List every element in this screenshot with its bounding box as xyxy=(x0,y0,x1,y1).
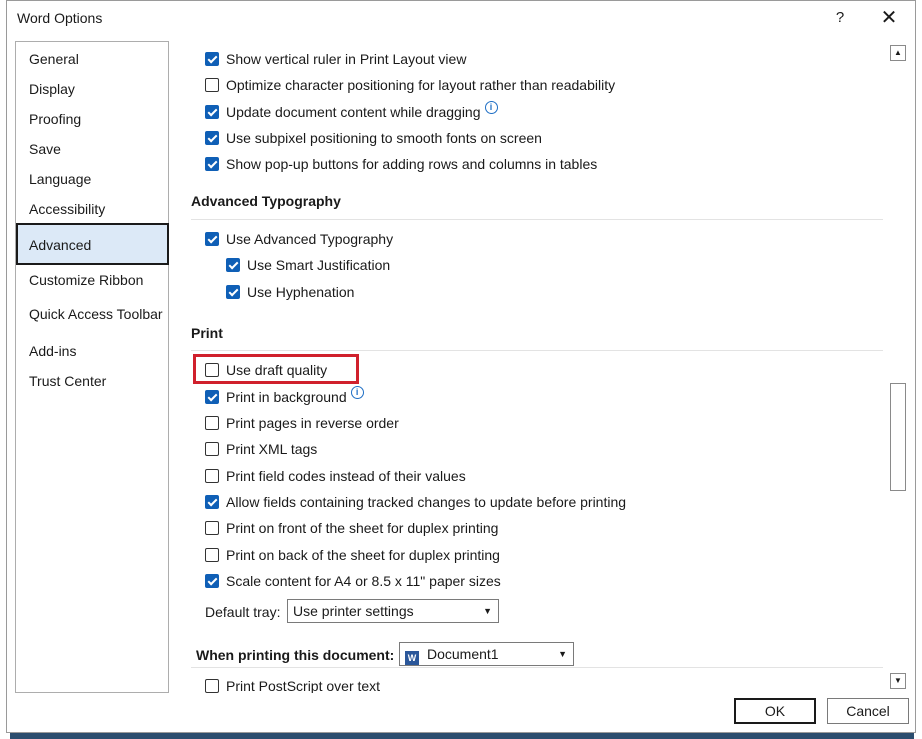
nav-item-trust-center[interactable]: Trust Center xyxy=(16,366,168,396)
document-select[interactable]: W Document1 ▼ xyxy=(399,642,574,666)
nav-item-general[interactable]: General xyxy=(16,44,168,74)
option-update-while-dragging[interactable]: Update document content while dragging i xyxy=(205,100,498,123)
word-document-icon: W xyxy=(405,651,419,665)
option-label: Update document content while dragging xyxy=(226,104,481,120)
option-label: Print XML tags xyxy=(226,441,318,457)
checkbox[interactable] xyxy=(205,416,219,430)
checkbox[interactable] xyxy=(205,574,219,588)
dialog-title: Word Options xyxy=(17,10,103,26)
checkbox[interactable] xyxy=(226,285,240,299)
options-nav: General Display Proofing Save Language A… xyxy=(15,41,169,693)
checkbox[interactable] xyxy=(205,52,219,66)
info-icon[interactable]: i xyxy=(350,385,364,399)
scroll-down-icon[interactable]: ▼ xyxy=(890,673,906,689)
option-label: Use subpixel positioning to smooth fonts… xyxy=(226,130,542,146)
option-print-in-background[interactable]: Print in background i xyxy=(205,385,364,408)
section-heading-advanced-typography: Advanced Typography xyxy=(191,193,341,209)
section-divider xyxy=(191,667,883,668)
chevron-down-icon: ▼ xyxy=(483,606,492,616)
option-label: Show pop-up buttons for adding rows and … xyxy=(226,156,598,172)
option-subpixel-positioning[interactable]: Use subpixel positioning to smooth fonts… xyxy=(205,127,542,149)
checkbox[interactable] xyxy=(226,258,240,272)
option-label: Show vertical ruler in Print Layout view xyxy=(226,51,467,67)
option-label: Use Smart Justification xyxy=(247,257,391,273)
nav-item-proofing[interactable]: Proofing xyxy=(16,104,168,134)
option-show-vertical-ruler[interactable]: Show vertical ruler in Print Layout view xyxy=(205,48,466,70)
option-label: Print on front of the sheet for duplex p… xyxy=(226,520,499,536)
option-print-field-codes[interactable]: Print field codes instead of their value… xyxy=(205,465,466,487)
checkbox[interactable] xyxy=(205,157,219,171)
option-use-advanced-typography[interactable]: Use Advanced Typography xyxy=(205,228,393,250)
nav-item-add-ins[interactable]: Add-ins xyxy=(16,336,168,366)
vertical-scrollbar[interactable]: ▲ ▼ xyxy=(888,41,908,693)
option-label: Print field codes instead of their value… xyxy=(226,468,466,484)
document-name: Document1 xyxy=(427,646,499,662)
checkbox[interactable] xyxy=(205,78,219,92)
nav-item-save[interactable]: Save xyxy=(16,134,168,164)
option-print-front-duplex[interactable]: Print on front of the sheet for duplex p… xyxy=(205,517,498,539)
default-tray-value: Use printer settings xyxy=(293,603,414,619)
checkbox[interactable] xyxy=(205,131,219,145)
info-icon[interactable]: i xyxy=(484,100,498,114)
option-print-xml-tags[interactable]: Print XML tags xyxy=(205,438,317,460)
scrollbar-thumb[interactable] xyxy=(890,383,906,491)
section-heading-print: Print xyxy=(191,325,223,341)
option-print-reverse-order[interactable]: Print pages in reverse order xyxy=(205,412,399,434)
option-use-draft-quality[interactable]: Use draft quality xyxy=(205,359,327,381)
option-label: Use draft quality xyxy=(226,362,328,378)
checkbox[interactable] xyxy=(205,105,219,119)
option-print-postscript-over-text[interactable]: Print PostScript over text xyxy=(205,675,380,693)
section-divider xyxy=(191,350,883,351)
checkbox[interactable] xyxy=(205,232,219,246)
option-scale-content-paper[interactable]: Scale content for A4 or 8.5 x 11" paper … xyxy=(205,570,501,592)
option-label: Use Advanced Typography xyxy=(226,231,394,247)
close-button[interactable]: ✕ xyxy=(871,5,907,31)
checkbox[interactable] xyxy=(205,390,219,404)
option-show-popup-buttons[interactable]: Show pop-up buttons for adding rows and … xyxy=(205,153,597,175)
option-print-back-duplex[interactable]: Print on back of the sheet for duplex pr… xyxy=(205,544,500,566)
nav-item-language[interactable]: Language xyxy=(16,164,168,194)
scroll-up-icon[interactable]: ▲ xyxy=(890,45,906,61)
help-button[interactable]: ? xyxy=(825,5,855,31)
option-optimize-character-positioning[interactable]: Optimize character positioning for layou… xyxy=(205,74,615,96)
checkbox[interactable] xyxy=(205,521,219,535)
option-label: Print PostScript over text xyxy=(226,678,381,693)
option-label: Optimize character positioning for layou… xyxy=(226,77,616,93)
default-tray-select[interactable]: Use printer settings ▼ xyxy=(287,599,499,623)
checkbox[interactable] xyxy=(205,548,219,562)
default-tray-label: Default tray: xyxy=(205,604,281,620)
nav-item-quick-access-toolbar[interactable]: Quick Access Toolbar xyxy=(16,299,168,329)
checkbox[interactable] xyxy=(205,469,219,483)
nav-item-accessibility[interactable]: Accessibility xyxy=(16,194,168,224)
option-allow-tracked-fields-update[interactable]: Allow fields containing tracked changes … xyxy=(205,491,626,513)
nav-item-advanced[interactable]: Advanced xyxy=(16,223,169,265)
section-divider xyxy=(191,219,883,220)
checkbox[interactable] xyxy=(205,495,219,509)
option-use-smart-justification[interactable]: Use Smart Justification xyxy=(226,254,390,276)
checkbox[interactable] xyxy=(205,363,219,377)
option-label: Print on back of the sheet for duplex pr… xyxy=(226,547,500,563)
advanced-options-panel: Show vertical ruler in Print Layout view… xyxy=(175,41,891,693)
ok-button[interactable]: OK xyxy=(734,698,816,724)
word-options-dialog: Word Options ? ✕ General Display Proofin… xyxy=(6,0,916,733)
nav-item-display[interactable]: Display xyxy=(16,74,168,104)
section-heading-when-printing: When printing this document: xyxy=(196,647,395,663)
option-label: Print pages in reverse order xyxy=(226,415,399,431)
option-use-hyphenation[interactable]: Use Hyphenation xyxy=(226,281,354,303)
option-label: Print in background xyxy=(226,389,347,405)
cancel-button[interactable]: Cancel xyxy=(827,698,909,724)
nav-item-customize-ribbon[interactable]: Customize Ribbon xyxy=(16,265,168,295)
option-label: Use Hyphenation xyxy=(247,284,355,300)
chevron-down-icon: ▼ xyxy=(558,649,567,659)
title-bar: Word Options ? ✕ xyxy=(7,1,915,35)
checkbox[interactable] xyxy=(205,442,219,456)
checkbox[interactable] xyxy=(205,679,219,693)
option-label: Scale content for A4 or 8.5 x 11" paper … xyxy=(226,573,501,589)
option-label: Allow fields containing tracked changes … xyxy=(226,494,627,510)
